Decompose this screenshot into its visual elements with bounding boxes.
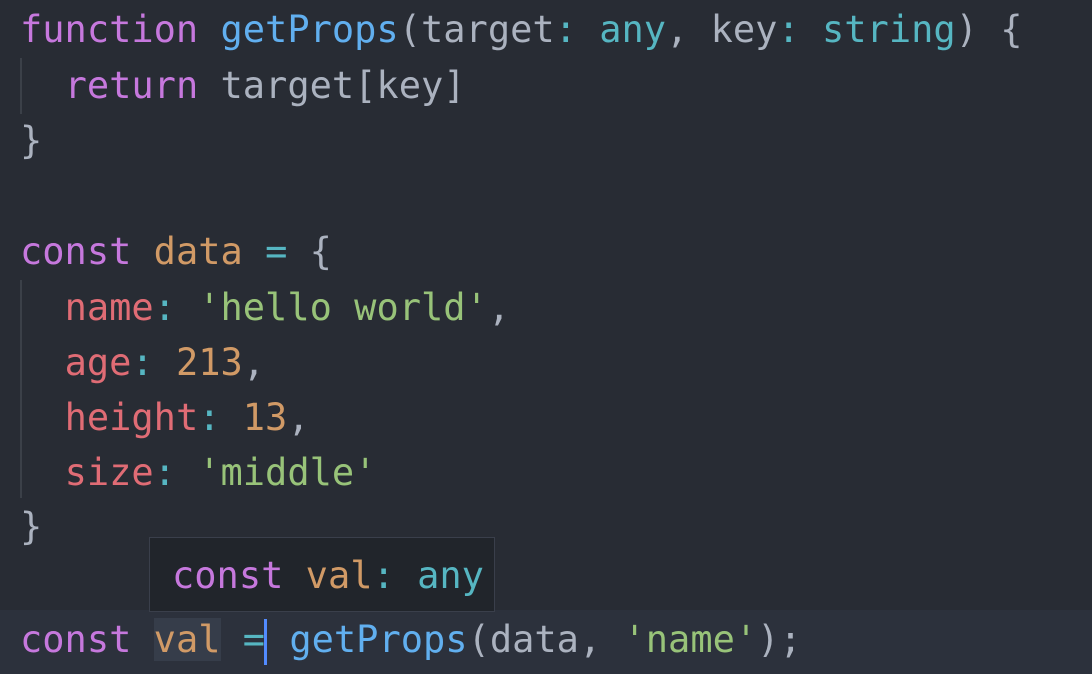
call-args-open: (data, [467,618,624,661]
tooltip-type: any [417,554,484,597]
param-close: ) { [955,8,1023,51]
string-value: 'hello world' [198,286,488,329]
number-value: 213 [175,341,243,384]
code-line-1[interactable]: function getProps(target: any, key: stri… [0,2,1092,58]
colon: : [198,396,221,439]
param-open: (target [398,8,555,51]
colon: : [153,451,176,494]
return-expression: target[key] [220,64,466,107]
comma: , [287,396,310,439]
code-line-3[interactable]: } [0,113,1092,169]
tooltip-keyword: const [172,554,284,597]
code-line-7[interactable]: age: 213, [0,335,1092,391]
property-size: size [64,451,154,494]
tooltip-variable: val [305,554,373,597]
function-call-getprops: getProps [289,618,468,661]
code-line-12-current[interactable]: const val = getProps(data, 'name'); [0,610,1092,674]
type-any: any [599,8,667,51]
tooltip-colon: : [372,554,395,597]
property-age: age [64,341,132,384]
variable-val[interactable]: val [153,618,221,661]
comma: , [487,286,511,329]
variable-data: data [153,230,243,273]
code-line-8[interactable]: height: 13, [0,390,1092,446]
keyword-const: const [20,618,132,661]
closing-brace: } [20,119,43,162]
call-args-close: ); [757,618,802,661]
code-line-2[interactable]: return target[key] [0,58,1092,114]
keyword-return: return [64,64,199,107]
code-line-5[interactable]: const data = { [0,224,1092,280]
type-string: string [822,8,956,51]
assign-operator: = [242,618,266,661]
colon: : [153,286,176,329]
hover-tooltip: const val: any [149,537,495,612]
opening-brace: { [309,230,332,273]
string-value: 'middle' [198,451,377,494]
param-key: , key [666,8,778,51]
colon: : [777,8,800,51]
keyword-const: const [20,230,132,273]
colon: : [131,341,154,384]
colon: : [554,8,577,51]
comma: , [242,341,266,384]
string-arg: 'name' [623,618,758,661]
function-name: getProps [220,8,399,51]
property-height: height [64,396,199,439]
code-line-6[interactable]: name: 'hello world', [0,280,1092,336]
code-line-4[interactable] [0,168,1092,224]
text-cursor [264,618,268,665]
keyword-function: function [20,8,199,51]
number-value: 13 [242,396,288,439]
assign-operator: = [265,230,288,273]
property-name: name [64,286,154,329]
closing-brace: } [20,505,43,548]
code-line-9[interactable]: size: 'middle' [0,445,1092,501]
code-editor[interactable]: function getProps(target: any, key: stri… [0,0,1092,674]
